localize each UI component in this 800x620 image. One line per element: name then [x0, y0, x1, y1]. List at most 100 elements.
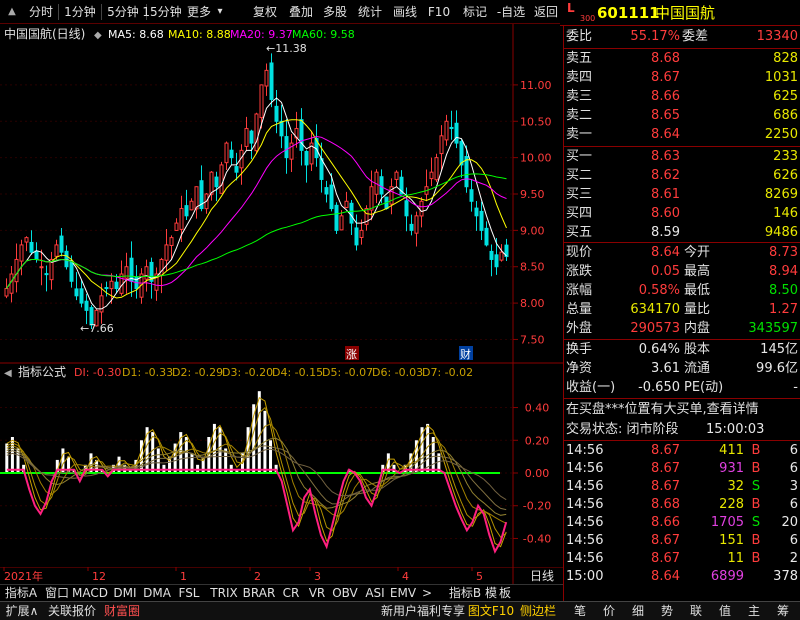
quote-tab[interactable]: 价: [595, 602, 623, 620]
fuquan-button[interactable]: 复权: [250, 0, 280, 24]
stats-button[interactable]: 统计: [355, 0, 385, 24]
candle-body: [4, 288, 9, 297]
bid-row: 买五 8.59 9486: [564, 223, 800, 243]
promo-link[interactable]: 新用户福利专享: [378, 602, 468, 620]
candle-body: [229, 149, 234, 159]
big-order-notice: 在买盘***位置有大买单,查看详情: [566, 402, 759, 417]
candle-body: [129, 257, 134, 282]
bid-price: 8.62: [651, 168, 680, 183]
tab-15min[interactable]: 15分钟: [141, 0, 183, 24]
indicator-tab[interactable]: DMA: [142, 585, 172, 602]
indicator-tabs: 指标A 窗口 MACD DMI DMA FSL TRIX BRAR CR VR OBV ASI EMV 指…: [0, 584, 563, 601]
add-watchlist-button[interactable]: -自选: [494, 0, 528, 24]
chevron-right-icon[interactable]: >: [420, 585, 434, 602]
quote-tab[interactable]: 联: [682, 602, 710, 620]
ask-row: 卖二 8.65 686: [564, 106, 800, 126]
divider: [564, 398, 800, 399]
indicator-tab[interactable]: CR: [280, 585, 302, 602]
wealth-circle-button[interactable]: 财富圈: [100, 602, 144, 620]
indicator-tab[interactable]: DMI: [110, 585, 140, 602]
candle-body: [24, 237, 29, 243]
indicator-tab[interactable]: 窗口: [40, 585, 74, 602]
tab-1min[interactable]: 1分钟: [60, 0, 100, 24]
candle-body: [114, 281, 119, 290]
collapse-icon[interactable]: ◀: [4, 368, 12, 379]
indicator-tab[interactable]: BRAR: [240, 585, 278, 602]
x-tick-label: 3: [314, 570, 321, 583]
bid-volume: 146: [773, 206, 798, 221]
settings-icon[interactable]: ◆: [94, 30, 102, 41]
quote-tab[interactable]: 主: [740, 602, 768, 620]
indicator-tab[interactable]: 板: [496, 585, 514, 602]
indicator-chart[interactable]: 0.400.200.00-0.20-0.40 ◀ 指标公式 DI: -0.30 D…: [0, 363, 563, 568]
multi-stock-button[interactable]: 多股: [320, 0, 350, 24]
stat-value: 99.6亿: [756, 361, 798, 376]
ask-label: 卖四: [566, 70, 593, 85]
x-tick-label: 12: [92, 570, 106, 583]
candle-body: [269, 62, 274, 100]
candle-body: [459, 141, 464, 166]
candle-body: [429, 171, 434, 180]
kline-chart[interactable]: 11.00 10.50 10.00 9.50 9.00 8.50 8.00 7.50 中国国航…: [0, 24, 563, 364]
notice-row[interactable]: 在买盘***位置有大买单,查看详情: [564, 400, 800, 420]
quote-tab[interactable]: 筹: [769, 602, 797, 620]
bid-label: 买二: [566, 168, 593, 183]
tick-volume: 6899: [710, 569, 744, 584]
tick-price: 8.64: [651, 569, 680, 584]
back-button[interactable]: 返回: [531, 0, 561, 24]
tick-count: 378: [773, 569, 798, 584]
f10-button[interactable]: F10: [424, 0, 454, 24]
overlay-button[interactable]: 叠加: [286, 0, 316, 24]
tick-volume: 11: [727, 551, 744, 566]
bid-volume: 8269: [764, 187, 798, 202]
tab-more[interactable]: 更多: [184, 0, 214, 24]
related-quote-button[interactable]: 关联报价: [44, 602, 100, 620]
f10-graphic-button[interactable]: 图文F10: [466, 602, 516, 620]
stat-row: 涨幅 0.58% 最低 8.50: [564, 281, 800, 301]
draw-line-button[interactable]: 画线: [390, 0, 420, 24]
candle-body: [349, 202, 354, 224]
quote-panel: 委比 55.17% 委差 13340 卖五 8.68 828 卖四 8.67 1031 卖三 8.66…: [563, 26, 800, 601]
finance-marker-label: 财: [460, 347, 471, 361]
y-tick-label: -0.40: [523, 532, 551, 545]
ask-price: 8.67: [651, 70, 680, 85]
indicator-tab[interactable]: TRIX: [206, 585, 242, 602]
tick-row: 14:56 8.67 411 B 6: [564, 441, 800, 461]
expand-button[interactable]: 扩展∧: [2, 602, 42, 620]
y-tick-label: 10.50: [520, 115, 552, 128]
tab-fenshi[interactable]: 分时: [26, 0, 56, 24]
quote-tab[interactable]: 值: [711, 602, 739, 620]
stat-value: 8.50: [769, 283, 798, 298]
indicator-tab[interactable]: EMV: [388, 585, 418, 602]
tick-price: 8.67: [651, 443, 680, 458]
quote-tab[interactable]: 势: [653, 602, 681, 620]
candle-body: [184, 205, 189, 217]
sidebar-button[interactable]: 侧边栏: [514, 602, 562, 620]
candle-body: [449, 126, 454, 130]
candle-body: [474, 207, 479, 217]
indicator-tab[interactable]: ASI: [362, 585, 388, 602]
indicator-tab[interactable]: MACD: [70, 585, 110, 602]
chevron-down-icon[interactable]: ▾: [214, 0, 226, 24]
stat-value: -: [793, 380, 798, 395]
indicator-tab[interactable]: 指标A: [2, 585, 40, 602]
candle-body: [289, 142, 294, 160]
stat-value: 8.64: [651, 245, 680, 260]
ask-price: 8.68: [651, 51, 680, 66]
mark-button[interactable]: 标记: [460, 0, 490, 24]
bid-price: 8.61: [651, 187, 680, 202]
tick-side: B: [751, 551, 761, 566]
y-tick-label: 0.20: [525, 434, 550, 447]
ask-volume: 2250: [764, 127, 798, 142]
tick-side: B: [751, 497, 761, 512]
quote-tab[interactable]: 笔: [566, 602, 594, 620]
candle-body: [419, 200, 424, 217]
indicator-tab[interactable]: OBV: [330, 585, 360, 602]
collapse-icon[interactable]: ▲: [4, 0, 20, 24]
indicator-tab[interactable]: FSL: [174, 585, 204, 602]
ask-row: 卖四 8.67 1031: [564, 68, 800, 88]
tab-5min[interactable]: 5分钟: [102, 0, 144, 24]
candle-body: [494, 254, 499, 268]
indicator-tab[interactable]: VR: [306, 585, 328, 602]
quote-tab[interactable]: 细: [624, 602, 652, 620]
